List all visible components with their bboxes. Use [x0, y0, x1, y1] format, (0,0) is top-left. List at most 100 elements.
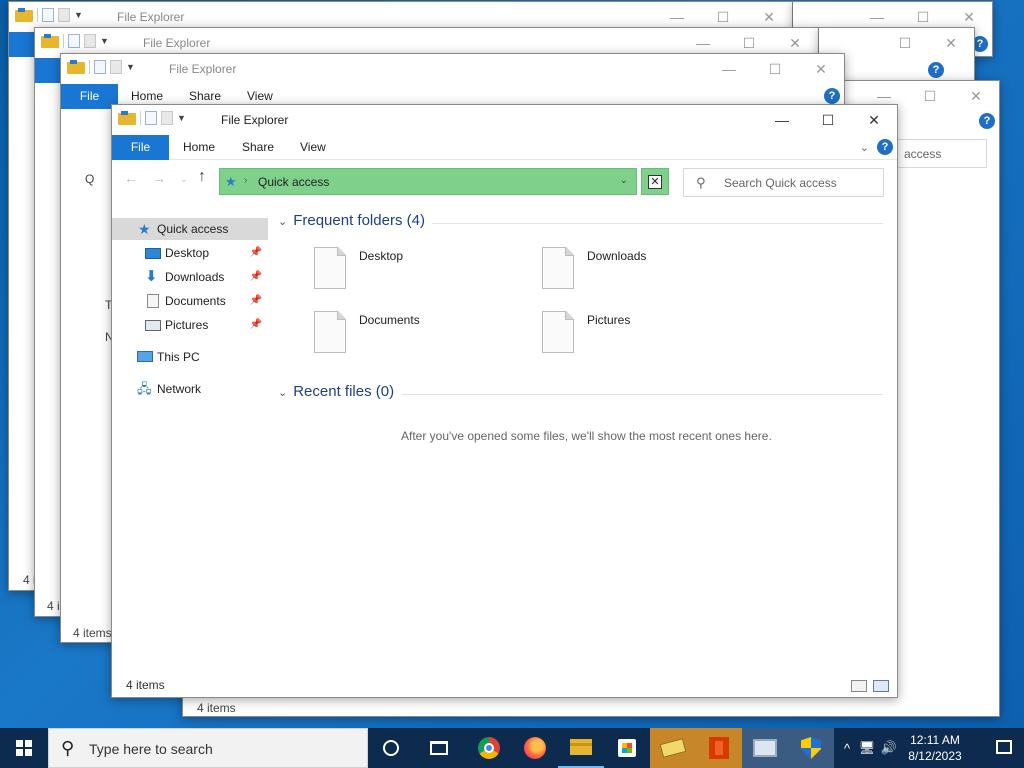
address-bar[interactable]: ★ › Quick access ⌄: [219, 168, 637, 195]
forward-arrow-icon[interactable]: →: [152, 170, 166, 186]
chevron-down-icon[interactable]: ▼: [74, 10, 83, 20]
download-icon: ⬇: [145, 268, 158, 285]
properties-icon[interactable]: [145, 111, 157, 125]
help-icon[interactable]: ?: [877, 139, 893, 155]
start-button[interactable]: [0, 728, 48, 768]
recent-locations-chevron-icon[interactable]: ⌄: [180, 174, 188, 185]
up-arrow-icon[interactable]: ↑: [198, 168, 206, 186]
search-icon: ⚲: [696, 175, 706, 190]
pin-icon[interactable]: 📌: [250, 242, 262, 264]
recent-files-header[interactable]: ⌄ Recent files (0): [278, 383, 394, 400]
window-controls: ☐ ✕: [882, 28, 974, 58]
breadcrumb-chevron-icon[interactable]: ›: [244, 175, 247, 186]
new-folder-icon[interactable]: [84, 34, 96, 48]
sidebar-item-label: Quick access: [157, 222, 229, 236]
sidebar-item-quick-access[interactable]: ★ Quick access: [112, 218, 268, 240]
address-clear-button[interactable]: ✕: [641, 168, 669, 195]
taskbar-security[interactable]: [788, 728, 834, 768]
folder-tile-downloads[interactable]: Downloads: [542, 247, 752, 299]
store-icon: [618, 739, 636, 757]
taskbar-store[interactable]: [604, 728, 650, 768]
frequent-folders-header[interactable]: ⌄ Frequent folders (4): [278, 212, 425, 229]
sidebar-item-downloads[interactable]: ⬇ Downloads 📌: [112, 266, 268, 288]
taskbar-search-box[interactable]: ⚲ Type here to search: [48, 728, 368, 768]
folder-tile-documents[interactable]: Documents: [314, 311, 524, 363]
task-view-button[interactable]: [416, 728, 462, 768]
sidebar-item-label: This PC: [157, 350, 200, 364]
tab-file[interactable]: File: [61, 84, 118, 109]
folder-tile-pictures[interactable]: Pictures: [542, 311, 752, 363]
help-icon[interactable]: ?: [979, 113, 995, 129]
tab-view[interactable]: View: [300, 135, 326, 160]
window-title: File Explorer: [169, 62, 237, 76]
maximize-button[interactable]: ☐: [907, 81, 953, 111]
chevron-down-icon: ⌄: [278, 387, 288, 399]
taskbar-remote-desktop[interactable]: [742, 728, 788, 768]
quick-access-toolbar: ▼: [118, 111, 186, 125]
pin-icon[interactable]: 📌: [250, 290, 262, 312]
chevron-up-icon[interactable]: ^: [838, 741, 856, 756]
taskbar-clock[interactable]: 12:11 AM 8/12/2023: [904, 732, 966, 764]
taskbar-office[interactable]: [696, 728, 742, 768]
close-button[interactable]: ✕: [928, 28, 974, 58]
cortana-button[interactable]: [368, 728, 414, 768]
maximize-button[interactable]: ☐: [752, 54, 798, 84]
chevron-down-icon[interactable]: ▼: [100, 36, 109, 46]
sidebar-item-label: Network: [157, 382, 202, 396]
network-icon[interactable]: 🖥: [856, 740, 878, 756]
search-placeholder: access: [904, 147, 942, 161]
tab-share[interactable]: Share: [242, 135, 274, 160]
taskbar-chrome[interactable]: [466, 728, 512, 768]
close-icon: ✕: [648, 174, 662, 189]
volume-icon[interactable]: 🔊: [878, 740, 900, 756]
help-icon[interactable]: ?: [824, 88, 840, 104]
search-box[interactable]: access: [887, 139, 987, 168]
pin-icon[interactable]: 📌: [250, 314, 262, 336]
tab-home[interactable]: Home: [183, 135, 215, 160]
section-title: Frequent folders (4): [293, 212, 425, 229]
maximize-button[interactable]: ☐: [805, 105, 851, 135]
properties-icon[interactable]: [94, 60, 106, 74]
ribbon-expand-chevron-icon[interactable]: ⌄: [860, 141, 869, 154]
tab-file[interactable]: File: [112, 135, 169, 160]
minimize-button[interactable]: —: [759, 105, 805, 135]
separator: [89, 60, 90, 74]
sidebar-item-pictures[interactable]: Pictures 📌: [112, 314, 268, 336]
chevron-down-icon[interactable]: ▼: [177, 113, 186, 123]
sidebar-item-this-pc[interactable]: This PC: [112, 346, 268, 368]
properties-icon[interactable]: [42, 8, 54, 22]
help-icon[interactable]: ?: [928, 62, 944, 78]
sidebar-item-desktop[interactable]: Desktop 📌: [112, 242, 268, 264]
address-dropdown-chevron-icon[interactable]: ⌄: [620, 175, 628, 186]
office-icon: [709, 737, 729, 759]
clock-date: 8/12/2023: [908, 749, 962, 763]
close-button[interactable]: ✕: [851, 105, 897, 135]
properties-icon[interactable]: [68, 34, 80, 48]
taskbar-file-explorer[interactable]: [558, 728, 604, 768]
sidebar-item-network[interactable]: 🖧 Network: [112, 378, 268, 400]
close-button[interactable]: ✕: [953, 81, 999, 111]
sidebar-item-quick-access[interactable]: Q: [85, 172, 94, 186]
chevron-down-icon[interactable]: ▼: [126, 62, 135, 72]
address-location[interactable]: Quick access: [258, 175, 329, 189]
folder-tile-desktop[interactable]: Desktop: [314, 247, 524, 299]
back-arrow-icon[interactable]: ←: [124, 170, 138, 186]
status-item-count: 4 i: [47, 599, 60, 613]
large-icons-view-icon[interactable]: [873, 680, 889, 692]
new-folder-icon[interactable]: [58, 8, 70, 22]
new-folder-icon[interactable]: [110, 60, 122, 74]
taskbar-firefox[interactable]: [512, 728, 558, 768]
new-folder-icon[interactable]: [161, 111, 173, 125]
file-icon: [314, 311, 346, 353]
pin-icon[interactable]: 📌: [250, 266, 262, 288]
close-button[interactable]: ✕: [798, 54, 844, 84]
notification-icon[interactable]: [996, 740, 1012, 754]
maximize-button[interactable]: ☐: [882, 28, 928, 58]
sidebar-item-documents[interactable]: Documents 📌: [112, 290, 268, 312]
taskbar-scroll-app[interactable]: [650, 728, 696, 768]
details-view-icon[interactable]: [851, 680, 867, 692]
search-box[interactable]: ⚲ Search Quick access: [683, 168, 884, 197]
minimize-button[interactable]: —: [706, 54, 752, 84]
status-item-count: 4 items: [73, 626, 112, 640]
desktop-icon: [145, 248, 161, 259]
